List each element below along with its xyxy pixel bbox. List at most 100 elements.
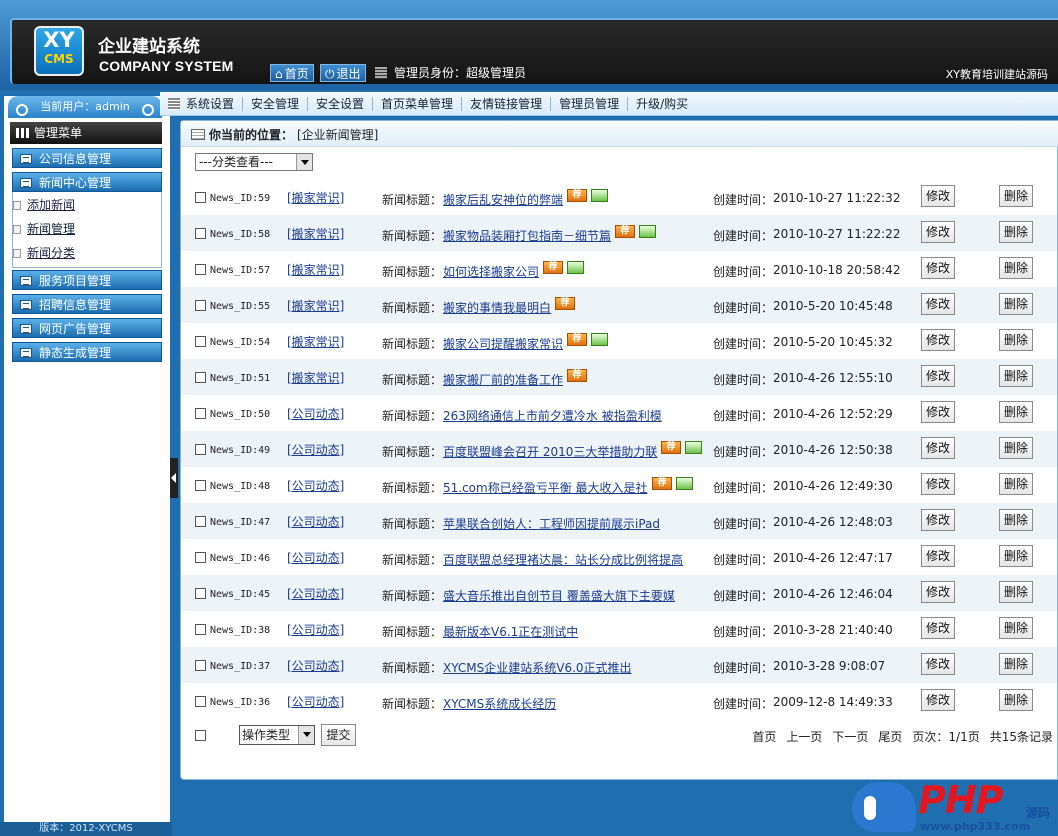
edit-button[interactable]: 修改 [921,545,955,567]
category-filter-select[interactable]: ---分类查看--- [195,153,313,171]
nav-home-menu-manage[interactable]: 首页菜单管理 [372,97,461,111]
news-category-link[interactable]: [搬家常识] [287,297,344,314]
news-category-link[interactable]: [搬家常识] [287,261,344,278]
row-checkbox[interactable] [195,660,206,671]
edit-button[interactable]: 修改 [921,365,955,387]
news-category-link[interactable]: [搬家常识] [287,333,344,350]
news-title-link[interactable]: 百度联盟峰会召开 2010三大举措助力联 [443,443,657,460]
row-checkbox[interactable] [195,696,206,707]
row-checkbox[interactable] [195,624,206,635]
news-title-link[interactable]: 搬家公司提醒搬家常识 [443,335,563,352]
delete-button[interactable]: 删除 [999,509,1033,531]
edit-button[interactable]: 修改 [921,185,955,207]
news-title-link[interactable]: 盛大音乐推出自创节目 覆盖盛大旗下主要媒 [443,587,675,604]
news-title-link[interactable]: 百度联盟总经理褚达晨：站长分成比例将提高 [443,551,683,568]
delete-button[interactable]: 删除 [999,473,1033,495]
sidebar-cat-news-center[interactable]: 新闻中心管理 [12,172,162,192]
sidebar-cat-recruit[interactable]: 招聘信息管理 [12,294,162,314]
row-checkbox[interactable] [195,444,206,455]
edit-button[interactable]: 修改 [921,509,955,531]
news-category-link[interactable]: [搬家常识] [287,189,344,206]
news-title-link[interactable]: 搬家搬厂前的准备工作 [443,371,563,388]
select-all-checkbox[interactable] [195,730,206,741]
delete-button[interactable]: 删除 [999,257,1033,279]
delete-button[interactable]: 删除 [999,401,1033,423]
delete-button[interactable]: 删除 [999,365,1033,387]
news-category-link[interactable]: [公司动态] [287,441,344,458]
news-category-link[interactable]: [公司动态] [287,585,344,602]
news-category-link[interactable]: [搬家常识] [287,225,344,242]
news-title-link[interactable]: 搬家物品装厢打包指南－细节篇 [443,227,611,244]
edit-button[interactable]: 修改 [921,401,955,423]
row-checkbox[interactable] [195,228,206,239]
news-category-link[interactable]: [公司动态] [287,621,344,638]
row-checkbox[interactable] [195,372,206,383]
row-checkbox[interactable] [195,264,206,275]
delete-button[interactable]: 删除 [999,581,1033,603]
news-title-link[interactable]: 最新版本V6.1正在测试中 [443,623,578,640]
delete-button[interactable]: 删除 [999,653,1033,675]
news-category-link[interactable]: [搬家常识] [287,369,344,386]
delete-button[interactable]: 删除 [999,437,1033,459]
delete-button[interactable]: 删除 [999,221,1033,243]
delete-button[interactable]: 删除 [999,329,1033,351]
news-title-link[interactable]: 搬家后乱安神位的弊端 [443,191,563,208]
row-checkbox[interactable] [195,408,206,419]
pager-first[interactable]: 首页 [752,728,776,745]
sidebar-collapse-handle[interactable] [170,458,178,498]
sidebar-item-add-news[interactable]: 添加新闻 [13,196,75,214]
edit-button[interactable]: 修改 [921,257,955,279]
submit-button[interactable]: 提交 [321,724,356,746]
nav-system-settings[interactable]: 系统设置 [184,97,242,111]
edit-button[interactable]: 修改 [921,473,955,495]
delete-button[interactable]: 删除 [999,293,1033,315]
news-category-link[interactable]: [公司动态] [287,549,344,566]
row-checkbox[interactable] [195,480,206,491]
news-category-link[interactable]: [公司动态] [287,477,344,494]
edit-button[interactable]: 修改 [921,221,955,243]
news-title-link[interactable]: 搬家的事情我最明白 [443,299,551,316]
edit-button[interactable]: 修改 [921,653,955,675]
news-title-link[interactable]: 如何选择搬家公司 [443,263,539,280]
sidebar-cat-service[interactable]: 服务项目管理 [12,270,162,290]
news-category-link[interactable]: [公司动态] [287,513,344,530]
delete-button[interactable]: 删除 [999,185,1033,207]
nav-friend-links[interactable]: 友情链接管理 [461,97,550,111]
news-category-link[interactable]: [公司动态] [287,693,344,710]
pager-last[interactable]: 尾页 [878,728,902,745]
delete-button[interactable]: 删除 [999,545,1033,567]
row-checkbox[interactable] [195,552,206,563]
row-checkbox[interactable] [195,300,206,311]
edit-button[interactable]: 修改 [921,581,955,603]
news-title-link[interactable]: 51.com称已经盈亏平衡 最大收入是社 [443,479,648,496]
sidebar-cat-ads[interactable]: 网页广告管理 [12,318,162,338]
nav-security-manage[interactable]: 安全管理 [242,97,307,111]
news-category-link[interactable]: [公司动态] [287,405,344,422]
pager-next[interactable]: 下一页 [832,728,868,745]
edit-button[interactable]: 修改 [921,329,955,351]
operation-type-select[interactable]: 操作类型 [239,725,315,745]
logout-button[interactable]: ⏻ 退出 [320,64,366,82]
row-checkbox[interactable] [195,192,206,203]
news-title-link[interactable]: XYCMS企业建站系统V6.0正式推出 [443,659,632,676]
edit-button[interactable]: 修改 [921,617,955,639]
row-checkbox[interactable] [195,336,206,347]
sidebar-item-news-manage[interactable]: 新闻管理 [13,220,75,238]
news-category-link[interactable]: [公司动态] [287,657,344,674]
sidebar-item-news-category[interactable]: 新闻分类 [13,244,75,262]
home-button[interactable]: ⌂ 首页 [270,64,314,82]
sidebar-cat-static[interactable]: 静态生成管理 [12,342,162,362]
delete-button[interactable]: 删除 [999,689,1033,711]
pager-prev[interactable]: 上一页 [786,728,822,745]
nav-admin-manage[interactable]: 管理员管理 [550,97,627,111]
news-title-link[interactable]: XYCMS系统成长经历 [443,695,556,712]
news-title-link[interactable]: 苹果联合创始人：工程师因提前展示iPad [443,515,660,532]
edit-button[interactable]: 修改 [921,437,955,459]
nav-upgrade[interactable]: 升级/购买 [627,97,696,111]
row-checkbox[interactable] [195,516,206,527]
row-checkbox[interactable] [195,588,206,599]
delete-button[interactable]: 删除 [999,617,1033,639]
edit-button[interactable]: 修改 [921,293,955,315]
sidebar-cat-company-info[interactable]: 公司信息管理 [12,148,162,168]
news-title-link[interactable]: 263网络通信上市前夕遭冷水 被指盈利模 [443,407,662,424]
